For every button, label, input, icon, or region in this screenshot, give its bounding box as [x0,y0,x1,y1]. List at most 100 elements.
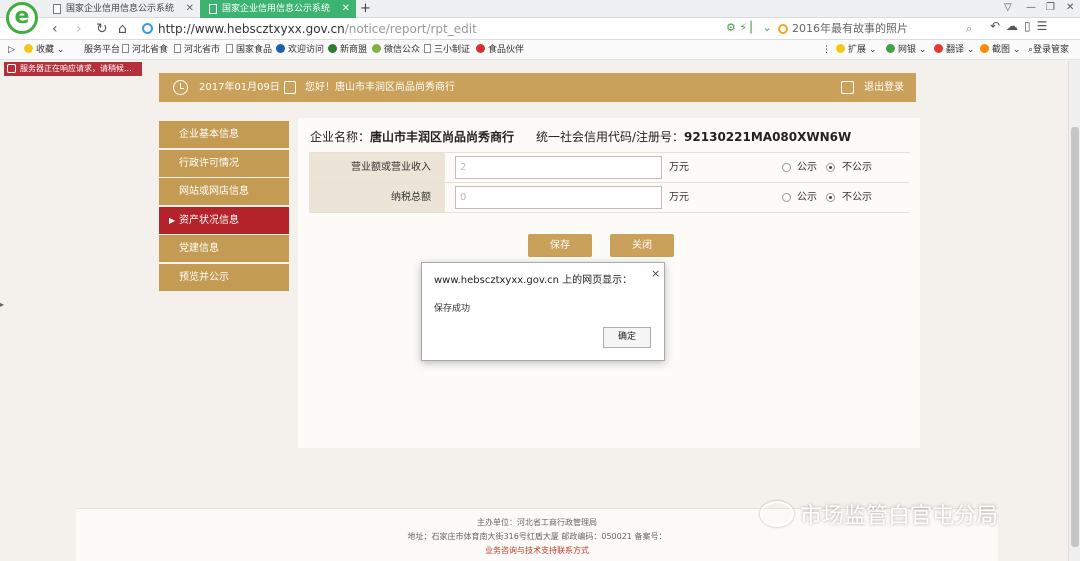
document-icon [122,44,129,53]
revenue-not-public-label: 不公示 [842,162,872,173]
bookmark-item[interactable]: 河北省市 [174,40,220,60]
bookmark-more-icon[interactable]: ⋮ [822,40,831,60]
document-icon [226,44,233,53]
star-icon [24,44,33,53]
revenue-label: 营业额或营业收入 [309,153,445,182]
browser-logo-icon: e [6,2,38,34]
sidebar-item-basic-info[interactable]: 企业基本信息 [159,121,289,148]
page-header: 2017年01月09日 您好！唐山市丰润区尚品尚秀商行 退出登录 [159,73,916,102]
bookmark-item[interactable]: 微信公众 [372,40,420,60]
url-host: http://www.hebscztxyxx.gov.cn [158,22,345,36]
document-icon [53,4,61,14]
footer-address: 地址：石家庄市体育南大街316号红盾大厦 邮政编码：050021 备案号： [407,532,667,541]
tax-unit: 万元 [669,192,689,203]
search-input[interactable]: 2016年最有故事的照片 ⌕ [776,20,976,38]
document-icon [174,44,181,53]
loading-status: 服务器正在响应请求，请稍候... [4,62,142,76]
revenue-not-public-radio[interactable] [826,163,835,172]
close-icon[interactable]: ✕ [342,0,350,18]
form-row-tax: 纳税总额 万元 公示 不公示 [309,183,910,213]
bookmarks-toggle-icon[interactable]: ▷ [8,40,15,60]
side-handle-icon[interactable]: ▸ [0,300,4,309]
search-text: 2016年最有故事的照片 [792,22,908,35]
translate-icon [934,44,943,53]
tax-public-radio[interactable] [782,193,791,202]
sidebar-item-website[interactable]: 网站或网店信息 [159,178,289,205]
browser-tab-1-label: 国家企业信用信息公示系统 [66,4,175,14]
close-icon[interactable]: ✕ [186,0,194,18]
browser-tab-2-label: 国家企业信用信息公示系统 [222,4,331,14]
footer-support-link[interactable]: 业务咨询与技术支持联系方式 [76,545,998,556]
user-icon [284,81,296,94]
alert-dialog: www.hebscztxyxx.gov.cn 上的网页显示： × 保存成功 确定 [421,262,665,361]
bookmark-translate[interactable]: 翻译 ⌄ [934,40,974,60]
form-row-revenue: 营业额或营业收入 万元 公示 不公示 [309,153,910,183]
new-tab-button[interactable]: + [360,0,371,17]
toolbar-icons[interactable]: ↶☁▯☰ [990,19,1053,33]
grid-icon [836,44,845,53]
header-greeting: 您好！唐山市丰润区尚品尚秀商行 [305,82,455,93]
credit-code-line: 统一社会信用代码/注册号：92130221MA080XWN6W [536,130,852,144]
url-input[interactable]: http://www.hebscztxyxx.gov.cn/notice/rep… [140,20,750,38]
tax-public-label: 公示 [797,192,817,203]
bookmark-item[interactable]: 服务平台 [84,40,120,60]
close-icon[interactable]: × [651,267,660,280]
bookmark-ebank[interactable]: 网银 ⌄ [886,40,926,60]
tax-label: 纳税总额 [309,183,445,212]
browser-tab-2[interactable]: 国家企业信用信息公示系统 ✕ [200,0,356,18]
bookmark-item[interactable]: 河北省食 [122,40,168,60]
address-bar: ‹ › ↻ ⌂ http://www.hebscztxyxx.gov.cn/no… [0,18,1080,40]
logout-icon[interactable] [841,81,854,94]
revenue-public-radio[interactable] [782,163,791,172]
bookmark-extensions[interactable]: 扩展 ⌄ [836,40,876,60]
bookmark-item[interactable]: 国家食品 [226,40,272,60]
loading-icon [7,64,16,73]
ok-button[interactable]: 确定 [603,327,651,348]
scrollbar-thumb[interactable] [1071,127,1079,547]
bookmark-item[interactable]: 三小制证 [424,40,470,60]
document-icon [424,44,431,53]
save-button[interactable]: 保存 [528,234,592,257]
vertical-scrollbar[interactable] [1068,61,1080,561]
browser-tab-bar: 国家企业信用信息公示系统 ✕ 国家企业信用信息公示系统 ✕ + ▽ — ❐ ✕ [0,0,1080,18]
bookmark-item[interactable]: 新商盟 [328,40,367,60]
logout-link[interactable]: 退出登录 [864,73,904,102]
shirt-icon[interactable]: ▽ [1004,2,1012,13]
tax-not-public-radio[interactable] [826,193,835,202]
bookmark-item[interactable]: 食品伙伴 [476,40,524,60]
bookmark-login-manager[interactable]: ⌕登录管家 [1028,40,1069,60]
browser-tab-1[interactable]: 国家企业信用信息公示系统 ✕ [44,0,200,18]
revenue-input[interactable] [455,156,662,179]
search-icon[interactable]: ⌕ [966,20,972,38]
company-name: 唐山市丰润区尚品尚秀商行 [370,130,515,144]
company-name-line: 企业名称：唐山市丰润区尚品尚秀商行 [310,130,515,144]
forward-icon[interactable]: › [76,19,82,39]
reload-icon[interactable]: ↻ [96,19,108,39]
site-icon [328,44,337,53]
dialog-title: www.hebscztxyxx.gov.cn 上的网页显示： [434,275,633,286]
sidebar-item-party[interactable]: 党建信息 [159,235,289,262]
back-icon[interactable]: ‹ [52,19,58,39]
close-button[interactable]: 关闭 [610,234,674,257]
bookmark-screenshot[interactable]: 截图 ⌄ [980,40,1020,60]
site-icon [476,44,485,53]
restore-icon[interactable]: ❐ [1046,2,1055,13]
sidebar-item-permits[interactable]: 行政许可情况 [159,150,289,177]
site-icon [276,44,285,53]
sidebar-item-preview[interactable]: 预览并公示 [159,264,289,291]
bookmark-item[interactable]: 欢迎访问 [276,40,324,60]
window-close-icon[interactable]: ✕ [1066,2,1074,13]
document-icon [209,4,217,14]
tax-input[interactable] [455,186,662,209]
arrow-right-icon: ▶ [169,216,176,225]
bookmark-favorites[interactable]: 收藏 ⌄ [24,40,64,60]
tax-not-public-label: 不公示 [842,192,872,203]
url-path: /notice/report/rpt_edit [344,22,477,36]
money-icon [886,44,895,53]
watermark: 市场监管白官屯分局 [760,498,998,530]
extension-icons[interactable]: ⚙ ⚡ ▏ ⌄ [726,21,772,34]
revenue-unit: 万元 [669,162,689,173]
sidebar-item-assets[interactable]: ▶ 资产状况信息 [159,207,289,234]
home-icon[interactable]: ⌂ [118,19,127,39]
minimize-icon[interactable]: — [1026,2,1036,13]
